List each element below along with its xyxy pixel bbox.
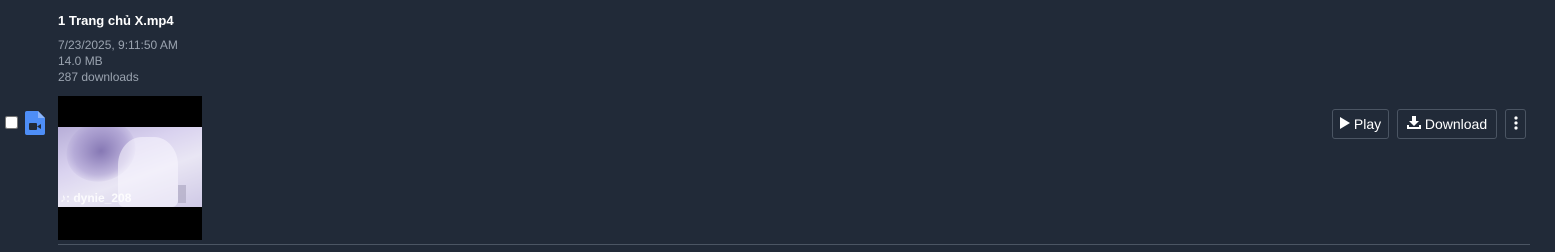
file-size: 14.0 MB [58,54,103,68]
more-vertical-icon [1513,115,1518,133]
thumbnail-frame: ♪: dynie_208 [58,127,202,207]
download-button[interactable]: Download [1397,109,1497,139]
play-button[interactable]: Play [1332,109,1389,139]
file-date: 7/23/2025, 9:11:50 AM [58,38,178,52]
play-label: Play [1353,116,1382,132]
download-label: Download [1424,116,1488,132]
more-options-button[interactable] [1505,109,1526,139]
thumbnail-watermark: ♪: dynie_208 [60,191,132,205]
file-row: 1 Trang chủ X.mp4 7/23/2025, 9:11:50 AM … [0,0,1555,252]
video-thumbnail[interactable]: ♪: dynie_208 [58,96,202,240]
play-icon [1339,116,1350,132]
file-video-icon [25,111,45,135]
download-icon [1406,116,1421,132]
select-file-checkbox[interactable] [5,116,18,129]
file-name: 1 Trang chủ X.mp4 [58,13,174,28]
download-count: 287 downloads [58,70,139,84]
row-divider [58,244,1530,245]
thumbnail-object [178,185,186,203]
